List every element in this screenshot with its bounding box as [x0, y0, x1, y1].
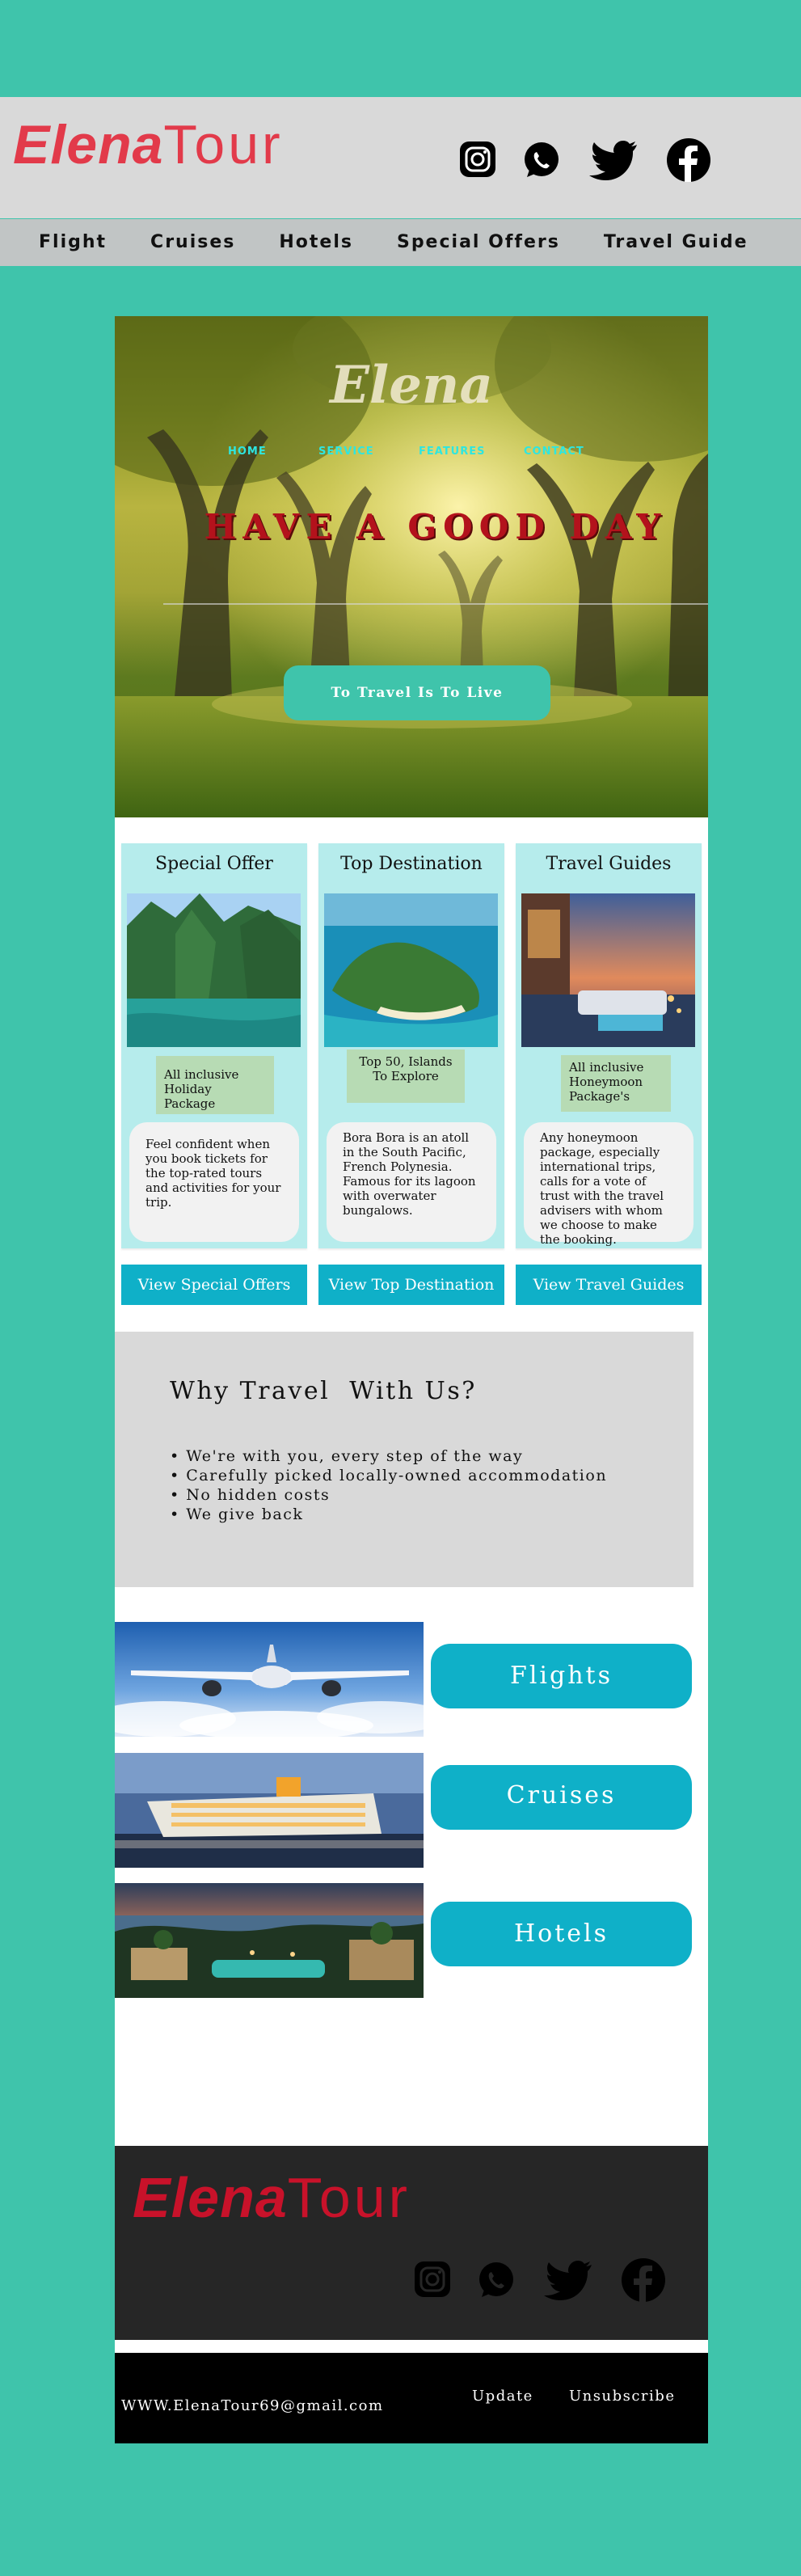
- cruises-button[interactable]: Cruises: [431, 1765, 692, 1830]
- hotel-image: [115, 1883, 424, 1998]
- hero-cta-button[interactable]: To Travel Is To Live: [284, 665, 550, 720]
- whatsapp-icon[interactable]: [522, 141, 561, 179]
- offer-card-1: Special Offer All inclusive Holiday Pack…: [121, 843, 307, 1248]
- nav-hotels[interactable]: Hotels: [279, 232, 353, 252]
- why-point: • We give back: [170, 1505, 304, 1523]
- view-special-offers-button[interactable]: View Special Offers: [121, 1265, 307, 1305]
- hero-banner: Elena HOME SERVICE FEATURES CONTACT HAVE…: [115, 316, 708, 817]
- nav-cruises[interactable]: Cruises: [150, 232, 235, 252]
- main-nav: Flight Cruises Hotels Special Offers Travel …: [0, 219, 801, 266]
- resort-image: [521, 893, 695, 1047]
- footer-bar: WWW.ElenaTour69@gmail.com Update Unsubsc…: [115, 2353, 708, 2443]
- card-tag: Top 50, Islands To Explore: [347, 1049, 465, 1103]
- twitter-icon[interactable]: [587, 139, 639, 184]
- nav-flight[interactable]: Flight: [39, 232, 107, 252]
- footer-brand-logo[interactable]: ElenaTour: [133, 2165, 411, 2230]
- why-point: • No hidden costs: [170, 1486, 331, 1504]
- nav-special-offers[interactable]: Special Offers: [397, 232, 560, 252]
- brand-part1: Elena: [133, 2166, 288, 2229]
- why-list: • We're with you, every step of the way …: [170, 1446, 607, 1524]
- cruise-image: [115, 1753, 424, 1868]
- why-title: Why Travel With Us?: [170, 1377, 477, 1405]
- card-title: Top Destination: [340, 854, 483, 874]
- hero-menu-service[interactable]: SERVICE: [318, 446, 374, 458]
- view-top-destination-button[interactable]: View Top Destination: [318, 1265, 504, 1305]
- card-title: Travel Guides: [546, 854, 672, 874]
- whatsapp-icon[interactable]: [477, 2261, 516, 2299]
- card-text: Bora Bora is an atoll in the South Pacif…: [327, 1122, 496, 1242]
- brand-part2: Tour: [163, 114, 284, 175]
- why-point: • Carefully picked locally-owned accommo…: [170, 1467, 608, 1484]
- twitter-icon[interactable]: [542, 2259, 593, 2304]
- header-social: [459, 137, 718, 186]
- update-link[interactable]: Update: [472, 2388, 533, 2405]
- hero-menu-contact[interactable]: CONTACT: [524, 446, 584, 458]
- why-travel-section: Why Travel With Us? • We're with you, ev…: [115, 1332, 693, 1587]
- footer-social: [414, 2257, 672, 2306]
- offer-card-3: Travel Guides All inclusive Honeymoon Pa…: [516, 843, 702, 1248]
- facebook-icon[interactable]: [621, 2257, 666, 2303]
- view-travel-guides-button[interactable]: View Travel Guides: [516, 1265, 702, 1305]
- card-text: Feel confident when you book tickets for…: [129, 1122, 299, 1242]
- hero-logo: Elena: [330, 355, 493, 416]
- instagram-icon[interactable]: [459, 141, 496, 178]
- brand-part2: Tour: [287, 2166, 411, 2229]
- brand-part1: Elena: [13, 114, 164, 175]
- card-title: Special Offer: [155, 854, 273, 874]
- hotels-button[interactable]: Hotels: [431, 1902, 692, 1966]
- hero-menu-home[interactable]: HOME: [228, 446, 267, 458]
- footer-brand-block: ElenaTour: [115, 2146, 708, 2340]
- island-image: [324, 893, 498, 1047]
- why-point: • We're with you, every step of the way: [170, 1447, 524, 1465]
- card-tag: All inclusive Honeymoon Package's: [561, 1055, 671, 1112]
- card-text: Any honeymoon package, especially intern…: [524, 1122, 693, 1247]
- footer-email[interactable]: WWW.ElenaTour69@gmail.com: [121, 2397, 384, 2414]
- facebook-icon[interactable]: [666, 137, 711, 183]
- hero-menu-features[interactable]: FEATURES: [419, 446, 486, 458]
- nav-travel-guide[interactable]: Travel Guide: [604, 232, 748, 252]
- hero-headline: HAVE A GOOD DAY: [204, 507, 668, 547]
- brand-logo[interactable]: ElenaTour: [13, 113, 284, 176]
- lagoon-image: [127, 893, 301, 1047]
- offer-card-2: Top Destination Top 50, Islands To Explo…: [318, 843, 504, 1248]
- flights-button[interactable]: Flights: [431, 1644, 692, 1708]
- card-tag: All inclusive Holiday Package: [156, 1056, 274, 1114]
- airplane-image: [115, 1622, 424, 1737]
- unsubscribe-link[interactable]: Unsubscribe: [569, 2388, 675, 2405]
- instagram-icon[interactable]: [414, 2261, 451, 2298]
